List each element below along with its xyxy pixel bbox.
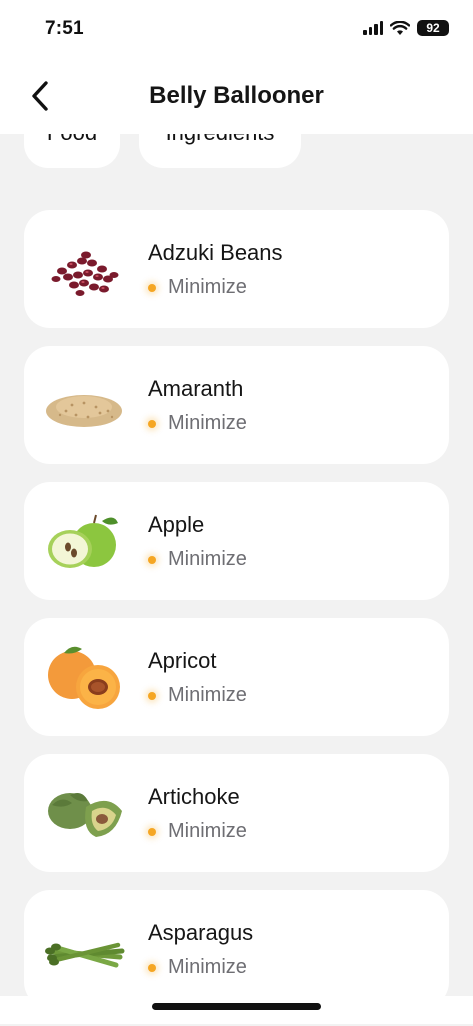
item-name: Apricot xyxy=(148,648,217,673)
status-dot-icon xyxy=(148,691,156,700)
status-dot-icon xyxy=(148,555,156,564)
item-name: Apple xyxy=(148,512,205,537)
item-status: Minimize xyxy=(148,548,247,571)
item-status: Minimize xyxy=(148,956,247,979)
artichoke-image xyxy=(48,793,122,837)
amaranth-image xyxy=(46,395,122,427)
status-label: Minimize xyxy=(168,684,247,706)
item-name: Amaranth xyxy=(148,376,244,401)
item-status: Minimize xyxy=(148,684,247,707)
home-indicator[interactable] xyxy=(152,1003,321,1010)
adzuki-beans-image xyxy=(51,251,119,296)
asparagus-image xyxy=(45,942,125,968)
list-item-adzuki-beans[interactable]: Adzuki Beans Minimize xyxy=(24,210,449,328)
list-item-apple[interactable]: Apple Minimize xyxy=(24,482,449,600)
status-label: Minimize xyxy=(168,412,247,434)
cellular-signal-icon xyxy=(363,21,383,35)
status-icons: 92 xyxy=(363,20,449,36)
item-name: Adzuki Beans xyxy=(148,240,283,265)
battery-indicator: 92 xyxy=(417,20,449,36)
list-item-apricot[interactable]: Apricot Minimize xyxy=(24,618,449,736)
navigation-bar: Belly Ballooner xyxy=(0,60,473,134)
status-label: Minimize xyxy=(168,956,247,978)
apricot-image xyxy=(48,646,120,709)
status-label: Minimize xyxy=(168,548,247,570)
status-dot-icon xyxy=(148,963,156,972)
item-status: Minimize xyxy=(148,276,247,299)
list-item-asparagus[interactable]: Asparagus Minimize xyxy=(24,890,449,1008)
bottom-safe-area xyxy=(0,996,473,1024)
wifi-icon xyxy=(390,20,410,35)
status-dot-icon xyxy=(148,283,156,292)
status-dot-icon xyxy=(148,827,156,836)
list-item-artichoke[interactable]: Artichoke Minimize xyxy=(24,754,449,872)
status-bar: 7:51 92 xyxy=(0,0,473,60)
status-dot-icon xyxy=(148,419,156,428)
item-status: Minimize xyxy=(148,820,247,843)
food-list: Adzuki Beans Minimize Amaranth Minimize xyxy=(24,210,449,1026)
item-status: Minimize xyxy=(148,412,247,435)
apple-image xyxy=(48,514,118,568)
item-name: Asparagus xyxy=(148,920,254,945)
list-item-amaranth[interactable]: Amaranth Minimize xyxy=(24,346,449,464)
status-time: 7:51 xyxy=(45,18,84,39)
status-label: Minimize xyxy=(168,820,247,842)
page-title: Belly Ballooner xyxy=(149,82,324,109)
status-label: Minimize xyxy=(168,276,247,298)
item-name: Artichoke xyxy=(148,784,240,809)
